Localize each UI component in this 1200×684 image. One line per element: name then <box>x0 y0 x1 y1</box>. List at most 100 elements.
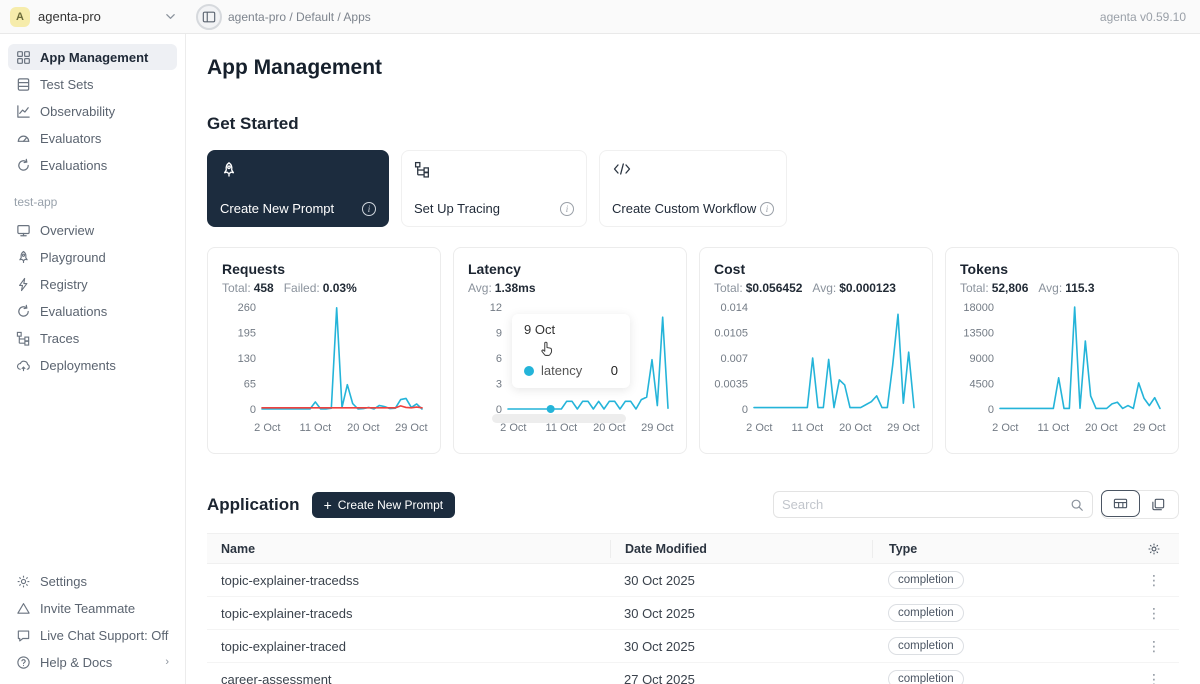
table-settings-gear-icon[interactable] <box>1147 542 1161 556</box>
sidebar-item-deployments[interactable]: Deployments <box>8 352 177 378</box>
sidebar-item-evaluators[interactable]: Evaluators <box>8 125 177 151</box>
search-icon[interactable] <box>1070 498 1084 512</box>
top-bar: A agenta-pro agenta-pro / Default / Apps… <box>0 0 1200 34</box>
sidebar-item-help-docs[interactable]: Help & Docs › <box>8 649 177 675</box>
info-icon[interactable]: i <box>760 202 774 216</box>
search-input[interactable] <box>782 497 1070 512</box>
column-header-date-modified[interactable]: Date Modified <box>610 540 872 558</box>
sidebar-item-label: Observability <box>40 104 115 119</box>
svg-text:2 Oct: 2 Oct <box>746 422 772 434</box>
column-header-type[interactable]: Type <box>872 540 1090 558</box>
app-date: 27 Oct 2025 <box>610 672 872 684</box>
info-icon[interactable]: i <box>362 202 376 216</box>
svg-text:29 Oct: 29 Oct <box>395 422 427 434</box>
svg-text:9000: 9000 <box>970 353 994 365</box>
create-new-prompt-card[interactable]: Create New Prompt i <box>207 150 389 227</box>
row-menu-kebab-icon[interactable]: ⋮ <box>1147 572 1161 589</box>
svg-text:29 Oct: 29 Oct <box>641 422 673 434</box>
info-icon[interactable]: i <box>560 202 574 216</box>
lightning-icon <box>16 277 31 292</box>
svg-text:0.0105: 0.0105 <box>714 328 748 340</box>
sidebar-item-label: App Management <box>40 50 148 65</box>
create-new-prompt-button[interactable]: + Create New Prompt <box>312 492 456 518</box>
sidebar-item-evaluations-app[interactable]: Evaluations <box>8 298 177 324</box>
svg-text:12: 12 <box>490 302 502 314</box>
card-label: Set Up Tracing <box>414 201 500 216</box>
svg-text:29 Oct: 29 Oct <box>1133 422 1165 434</box>
hand-cursor-icon <box>538 340 556 358</box>
row-menu-kebab-icon[interactable]: ⋮ <box>1147 638 1161 655</box>
chart-stats: Avg:1.38ms <box>468 281 672 295</box>
sidebar-collapse-button[interactable] <box>196 4 222 30</box>
page-title: App Management <box>207 56 1179 80</box>
cost-line-chart[interactable]: 0.0140.01050.0070.003502 Oct11 Oct20 Oct… <box>714 297 918 443</box>
gear-icon <box>16 574 31 589</box>
column-header-name[interactable]: Name <box>207 542 610 556</box>
requests-line-chart[interactable]: 2601951306502 Oct11 Oct20 Oct29 Oct <box>222 297 426 443</box>
svg-text:3: 3 <box>496 379 502 391</box>
sidebar-item-evaluations[interactable]: Evaluations <box>8 152 177 178</box>
table-row[interactable]: topic-explainer-traced 30 Oct 2025 compl… <box>207 630 1179 663</box>
breadcrumb[interactable]: agenta-pro / Default / Apps <box>228 10 1100 24</box>
table-header: Name Date Modified Type <box>207 534 1179 564</box>
row-menu-kebab-icon[interactable]: ⋮ <box>1147 605 1161 622</box>
svg-text:20 Oct: 20 Oct <box>593 422 625 434</box>
sidebar-item-overview[interactable]: Overview <box>8 217 177 243</box>
svg-text:0.007: 0.007 <box>720 353 748 365</box>
sidebar-item-label: Settings <box>40 574 87 589</box>
plus-icon: + <box>324 498 332 512</box>
sidebar-item-live-chat[interactable]: Live Chat Support: Off <box>8 622 177 648</box>
table-row[interactable]: career-assessment 27 Oct 2025 completion… <box>207 663 1179 684</box>
gauge-icon <box>16 131 31 146</box>
svg-text:29 Oct: 29 Oct <box>887 422 919 434</box>
svg-text:20 Oct: 20 Oct <box>347 422 379 434</box>
get-started-cards: Create New Prompt i Set Up Tracing i Cre… <box>207 150 1179 227</box>
set-up-tracing-card[interactable]: Set Up Tracing i <box>401 150 587 227</box>
sidebar-item-label: Invite Teammate <box>40 601 135 616</box>
sidebar-item-label: Evaluators <box>40 131 101 146</box>
svg-text:9: 9 <box>496 328 502 340</box>
sidebar-item-label: Deployments <box>40 358 116 373</box>
tokens-line-chart[interactable]: 18000135009000450002 Oct11 Oct20 Oct29 O… <box>960 297 1164 443</box>
sidebar-item-label: Playground <box>40 250 106 265</box>
card-view-button[interactable] <box>1139 491 1178 518</box>
chart-title: Tokens <box>960 261 1164 277</box>
latency-chart-card: Latency Avg:1.38ms 1296302 Oct11 Oct20 O… <box>453 247 687 454</box>
card-label: Create Custom Workflow <box>612 201 756 216</box>
table-view-button[interactable] <box>1101 490 1140 517</box>
app-date: 30 Oct 2025 <box>610 606 872 621</box>
sidebar-item-observability[interactable]: Observability <box>8 98 177 124</box>
app-date: 30 Oct 2025 <box>610 639 872 654</box>
question-circle-icon <box>16 655 31 670</box>
rocket-icon <box>16 250 31 265</box>
chart-stats: Total:52,806 Avg:115.3 <box>960 281 1164 295</box>
trace-tree-icon <box>414 161 574 178</box>
sidebar-item-registry[interactable]: Registry <box>8 271 177 297</box>
svg-text:18000: 18000 <box>963 302 994 314</box>
sidebar-item-playground[interactable]: Playground <box>8 244 177 270</box>
cost-chart-card: Cost Total:$0.056452 Avg:$0.000123 0.014… <box>699 247 933 454</box>
test-sets-icon <box>16 77 31 92</box>
sidebar-section-label: test-app <box>14 195 171 209</box>
svg-text:20 Oct: 20 Oct <box>1085 422 1117 434</box>
workspace-name: agenta-pro <box>38 9 157 24</box>
row-menu-kebab-icon[interactable]: ⋮ <box>1147 671 1161 684</box>
sidebar-item-invite-teammate[interactable]: Invite Teammate <box>8 595 177 621</box>
sidebar-item-settings[interactable]: Settings <box>8 568 177 594</box>
search-box <box>773 491 1093 518</box>
workspace-switcher[interactable]: A agenta-pro <box>0 7 186 27</box>
sidebar: App Management Test Sets Observability E… <box>0 34 186 684</box>
chevron-down-icon <box>165 11 176 22</box>
create-custom-workflow-card[interactable]: Create Custom Workflow i <box>599 150 787 227</box>
sidebar-item-label: Traces <box>40 331 79 346</box>
sidebar-item-traces[interactable]: Traces <box>8 325 177 351</box>
cloud-icon <box>16 358 31 373</box>
sidebar-item-app-management[interactable]: App Management <box>8 44 177 70</box>
tooltip-date: 9 Oct <box>524 322 618 337</box>
table-row[interactable]: topic-explainer-tracedss 30 Oct 2025 com… <box>207 564 1179 597</box>
sidebar-item-test-sets[interactable]: Test Sets <box>8 71 177 97</box>
svg-text:20 Oct: 20 Oct <box>839 422 871 434</box>
svg-text:2 Oct: 2 Oct <box>500 422 526 434</box>
triangle-icon <box>16 601 31 616</box>
table-row[interactable]: topic-explainer-traceds 30 Oct 2025 comp… <box>207 597 1179 630</box>
